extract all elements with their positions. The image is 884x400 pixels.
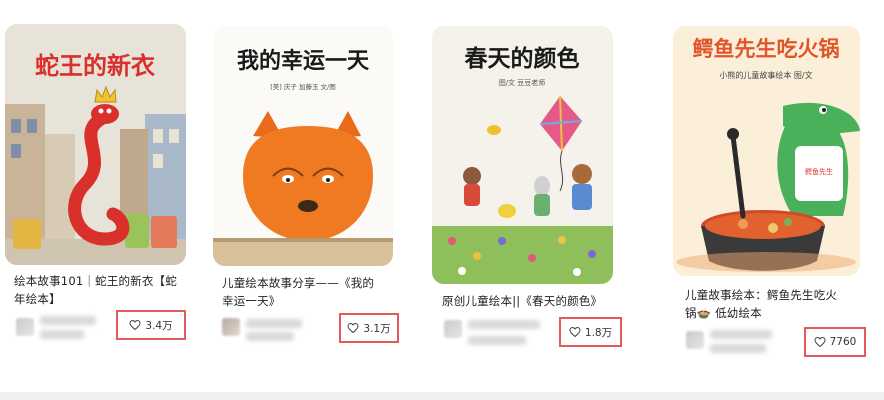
like-count-box[interactable]: 3.4万 [116,310,186,340]
author-date-blurred [468,336,526,345]
like-count: 3.4万 [145,319,173,332]
cover-author: 图/文 豆豆老师 [499,78,546,87]
like-count: 3.1万 [363,322,391,335]
note-title[interactable]: 绘本故事101｜蛇王的新衣【蛇 年绘本】 [14,272,186,308]
like-count-box[interactable]: 7760 [804,327,866,357]
author-avatar[interactable] [686,331,704,349]
author-date-blurred [710,344,766,353]
note-title-line-1: 原创儿童绘本||《春天的颜色》 [442,294,603,308]
author-name-blurred [246,319,302,328]
note-title[interactable]: 儿童绘本故事分享——《我的 幸运一天》 [222,274,394,310]
book-cover-crocodile[interactable]: 鳄鱼先生吃火锅 小熊的儿童故事绘本 图/文 鳄鱼先生 [673,26,860,276]
note-title-line-1: 绘本故事101｜蛇王的新衣【蛇 [14,274,177,288]
cover-author: [美] 庆子 加藤玉 文/图 [270,82,335,91]
like-count-box[interactable]: 3.1万 [339,313,399,343]
author-avatar[interactable] [444,320,462,338]
note-title-line-2: 锅🍲 低幼绘本 [685,306,762,320]
like-count-box[interactable]: 1.8万 [559,317,622,347]
note-title-line-2: 年绘本】 [14,292,61,306]
heart-icon [347,322,359,334]
author-name-blurred [40,316,96,325]
like-count: 1.8万 [584,326,613,339]
author-date-blurred [40,330,84,339]
author-name-blurred [710,330,772,339]
note-title-line-2: 幸运一天》 [222,294,281,308]
cover-author: 小熊的儿童故事绘本 图/文 [719,70,812,80]
heart-icon [129,319,141,331]
cover-title: 我的幸运一天 [237,48,370,74]
cover-title: 鳄鱼先生吃火锅 [693,37,840,61]
note-title[interactable]: 儿童故事绘本：鳄鱼先生吃火 锅🍲 低幼绘本 [685,286,861,322]
note-title[interactable]: 原创儿童绘本||《春天的颜色》 [442,292,622,310]
note-title-line-1: 儿童绘本故事分享——《我的 [222,276,375,290]
note-title-line-1: 儿童故事绘本：鳄鱼先生吃火 [685,288,838,302]
book-cover-snake[interactable]: 蛇王的新衣 [5,24,186,265]
author-name-blurred [468,320,540,329]
heart-icon [814,336,826,348]
heart-icon [569,326,581,338]
like-count: 7760 [829,336,857,348]
cover-title: 春天的颜色 [464,45,580,72]
author-avatar[interactable] [222,318,240,336]
author-avatar[interactable] [16,318,34,336]
page-footer-divider [0,392,884,400]
author-date-blurred [246,332,294,341]
cover-title: 蛇王的新衣 [35,52,155,80]
book-cover-fox[interactable]: 我的幸运一天 [美] 庆子 加藤玉 文/图 [213,26,393,266]
apron-badge: 鳄鱼先生 [805,167,833,176]
book-cover-spring[interactable]: 春天的颜色 图/文 豆豆老师 [432,26,613,284]
